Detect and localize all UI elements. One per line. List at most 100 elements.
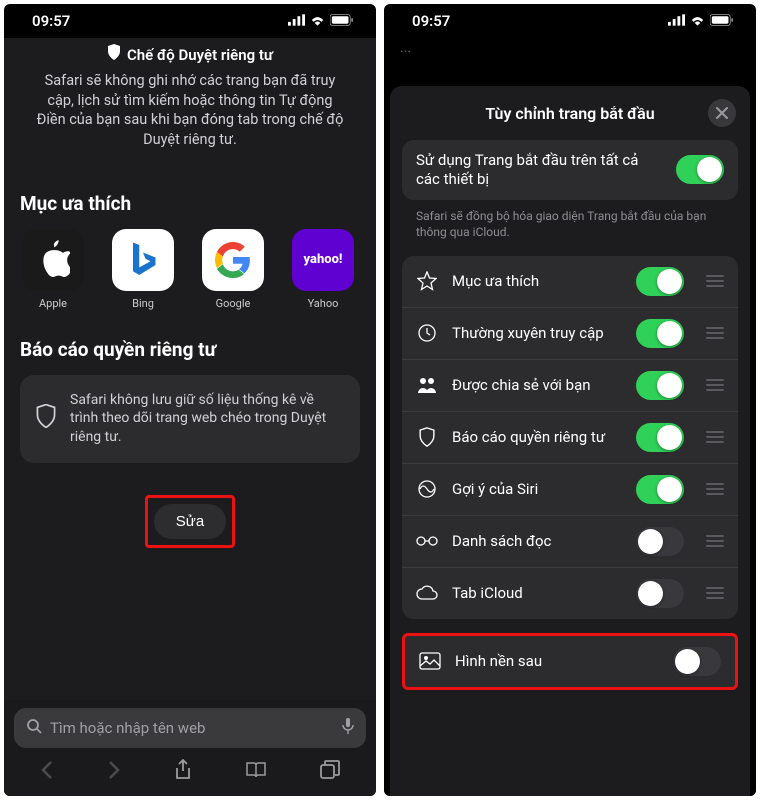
back-button[interactable]	[40, 760, 54, 784]
row-label: Gợi ý của Siri	[452, 480, 622, 499]
tabs-button[interactable]	[320, 760, 340, 784]
private-desc: Safari sẽ không ghi nhớ các trang bạn đã…	[32, 71, 348, 149]
row-shared-with-you[interactable]: Được chia sẻ với bạn	[402, 359, 738, 411]
row-siri-suggestions[interactable]: Gợi ý của Siri	[402, 463, 738, 515]
yahoo-icon: yahoo!	[292, 229, 354, 291]
battery-icon	[330, 12, 354, 30]
row-icloud-tabs[interactable]: Tab iCloud	[402, 567, 738, 619]
cellular-icon	[288, 12, 305, 30]
cloud-icon	[416, 585, 438, 601]
toggle-reading-list[interactable]	[636, 527, 684, 556]
toggle-favorites[interactable]	[636, 267, 684, 296]
row-favorites[interactable]: Mục ưa thích	[402, 256, 738, 307]
close-icon	[716, 107, 728, 119]
row-sync[interactable]: Sử dụng Trang bắt đầu trên tất cả các th…	[402, 140, 738, 200]
background-group-highlighted: Hình nền sau	[402, 633, 738, 690]
bookmarks-button[interactable]	[245, 761, 267, 783]
row-label: Mục ưa thích	[452, 272, 622, 291]
siri-icon	[416, 479, 438, 499]
bottom-toolbar: Tìm hoặc nhập tên web	[4, 700, 376, 796]
toggle-icloud-tabs[interactable]	[636, 579, 684, 608]
favorite-label: Apple	[20, 297, 86, 310]
tab-bar	[14, 748, 366, 796]
toggle-privacy[interactable]	[636, 423, 684, 452]
start-page: Chế độ Duyệt riêng tư Safari sẽ không gh…	[4, 38, 376, 796]
drag-handle-icon[interactable]	[706, 327, 724, 339]
highlight-edit: Sửa	[145, 495, 235, 548]
address-bar[interactable]: Tìm hoặc nhập tên web	[14, 708, 366, 748]
drag-handle-icon[interactable]	[706, 535, 724, 547]
favorite-label: Yahoo	[290, 297, 356, 310]
sync-label: Sử dụng Trang bắt đầu trên tất cả các th…	[416, 151, 662, 189]
privacy-report-card[interactable]: Safari không lưu giữ số liệu thống kê về…	[20, 375, 360, 464]
private-browsing-title: Chế độ Duyệt riêng tư	[32, 44, 348, 65]
row-label: Báo cáo quyền riêng tư	[452, 428, 622, 447]
drag-handle-icon[interactable]	[706, 483, 724, 495]
row-privacy-report[interactable]: Báo cáo quyền riêng tư	[402, 411, 738, 463]
status-bar: 09:57	[384, 4, 756, 38]
favorite-bing[interactable]: Bing	[110, 229, 176, 310]
forward-button[interactable]	[107, 760, 121, 784]
share-button[interactable]	[174, 759, 192, 785]
clock: 09:57	[412, 12, 450, 30]
search-placeholder: Tìm hoặc nhập tên web	[50, 719, 334, 737]
close-button[interactable]	[708, 99, 736, 127]
row-frequently-visited[interactable]: Thường xuyên truy cập	[402, 307, 738, 359]
google-icon	[202, 229, 264, 291]
favorite-google[interactable]: Google	[200, 229, 266, 310]
shield-icon	[36, 404, 56, 434]
favorites-row: Apple Bing Google yahoo! Yahoo	[20, 229, 360, 310]
wifi-icon	[309, 12, 326, 30]
clock: 09:57	[32, 12, 70, 30]
drag-handle-icon[interactable]	[706, 379, 724, 391]
row-label: Được chia sẻ với bạn	[452, 376, 622, 395]
row-reading-list[interactable]: Danh sách đọc	[402, 515, 738, 567]
start-page-bg: ··· Tùy chỉnh trang bắt đầu Sử dụng Tran…	[384, 38, 756, 796]
status-indicators	[288, 12, 354, 30]
toggle-background[interactable]	[673, 647, 721, 676]
customize-sheet: Tùy chỉnh trang bắt đầu Sử dụng Trang bắ…	[390, 86, 750, 796]
clock-icon	[416, 323, 438, 343]
toggle-sync[interactable]	[676, 155, 724, 184]
toggle-shared[interactable]	[636, 371, 684, 400]
shield-icon	[107, 44, 121, 65]
sheet-header: Tùy chỉnh trang bắt đầu	[402, 86, 738, 140]
private-title-text: Chế độ Duyệt riêng tư	[127, 45, 273, 65]
star-icon	[416, 271, 438, 291]
phone-right: 09:57 ··· Tùy chỉnh trang bắt đầu	[384, 4, 756, 796]
edit-button[interactable]: Sửa	[154, 504, 226, 539]
favorite-label: Bing	[110, 297, 176, 310]
favorites-heading: Mục ưa thích	[20, 192, 360, 215]
drag-handle-icon[interactable]	[706, 587, 724, 599]
row-label: Danh sách đọc	[452, 532, 622, 551]
privacy-card-text: Safari không lưu giữ số liệu thống kê về…	[70, 391, 344, 448]
toggle-frequent[interactable]	[636, 319, 684, 348]
wifi-icon	[689, 12, 706, 30]
search-icon	[26, 718, 42, 738]
people-icon	[416, 376, 438, 394]
status-bar: 09:57	[4, 4, 376, 38]
sheet-title: Tùy chỉnh trang bắt đầu	[485, 104, 654, 123]
yahoo-text: yahoo!	[304, 252, 343, 267]
glasses-icon	[416, 535, 438, 547]
favorite-label: Google	[200, 297, 266, 310]
bing-icon	[112, 229, 174, 291]
battery-icon	[710, 12, 734, 30]
row-label: Thường xuyên truy cập	[452, 324, 622, 343]
apple-icon	[22, 229, 84, 291]
row-label: Hình nền sau	[455, 652, 659, 671]
sync-group: Sử dụng Trang bắt đầu trên tất cả các th…	[402, 140, 738, 200]
row-background-image[interactable]: Hình nền sau	[405, 636, 735, 687]
favorite-yahoo[interactable]: yahoo! Yahoo	[290, 229, 356, 310]
image-icon	[419, 652, 441, 670]
mic-icon[interactable]	[342, 717, 354, 739]
drag-handle-icon[interactable]	[706, 275, 724, 287]
cellular-icon	[668, 12, 685, 30]
shield-icon	[416, 427, 438, 447]
private-browsing-card: Chế độ Duyệt riêng tư Safari sẽ không gh…	[20, 38, 360, 164]
favorite-apple[interactable]: Apple	[20, 229, 86, 310]
privacy-heading: Báo cáo quyền riêng tư	[20, 338, 360, 361]
sync-hint: Safari sẽ đồng bộ hóa giao diện Trang bắ…	[402, 200, 738, 256]
toggle-siri[interactable]	[636, 475, 684, 504]
drag-handle-icon[interactable]	[706, 431, 724, 443]
